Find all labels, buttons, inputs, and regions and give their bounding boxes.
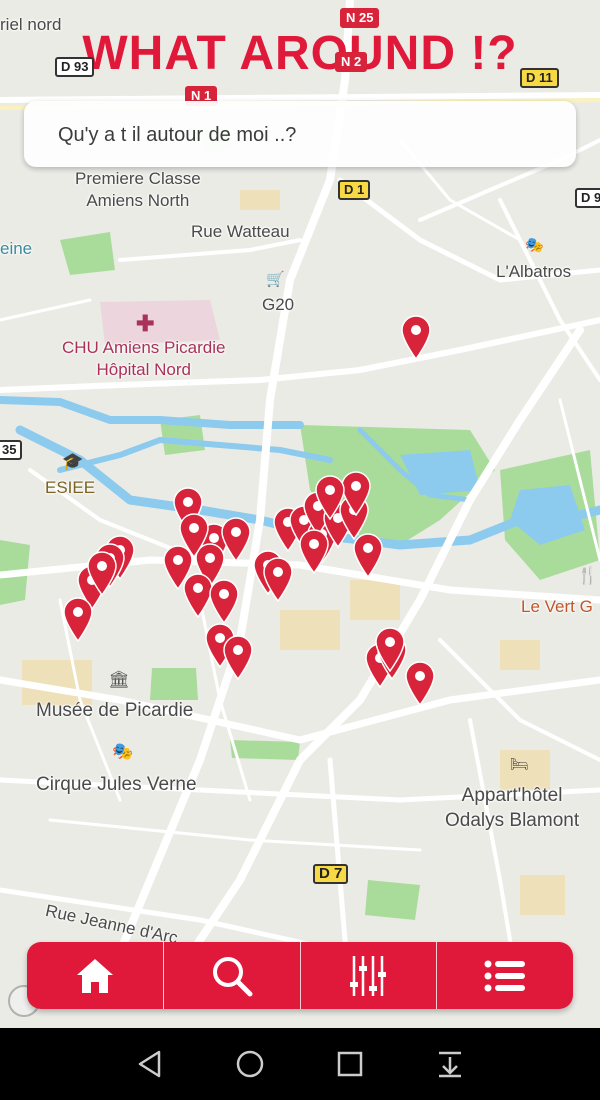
list-icon — [484, 960, 526, 991]
recents-square-icon — [337, 1051, 363, 1077]
search-icon — [212, 956, 253, 996]
map-marker-icon[interactable] — [352, 532, 384, 579]
system-recents-button[interactable] — [330, 1044, 370, 1084]
map-marker-icon[interactable] — [400, 314, 432, 361]
system-notifications-button[interactable] — [430, 1044, 470, 1084]
map-marker-icon[interactable] — [222, 634, 254, 681]
system-nav-bar — [0, 1028, 600, 1100]
map-marker-icon[interactable] — [262, 556, 294, 603]
map-marker-icon[interactable] — [314, 474, 346, 521]
nav-search-button[interactable] — [164, 942, 301, 1009]
map-marker-icon[interactable] — [86, 550, 118, 597]
search-box — [24, 101, 576, 167]
map-marker-icon[interactable] — [374, 626, 406, 673]
map-marker-icon[interactable] — [62, 596, 94, 643]
nav-filters-button[interactable] — [301, 942, 438, 1009]
system-back-button[interactable] — [130, 1044, 170, 1084]
nav-home-button[interactable] — [27, 942, 164, 1009]
map-marker-icon[interactable] — [208, 578, 240, 625]
back-triangle-icon — [138, 1050, 161, 1078]
search-input[interactable] — [56, 115, 540, 155]
nav-list-button[interactable] — [437, 942, 573, 1009]
map-marker-icon[interactable] — [178, 512, 210, 559]
map-marker-icon[interactable] — [404, 660, 436, 707]
home-circle-icon — [236, 1050, 264, 1078]
pull-down-icon — [439, 1051, 461, 1078]
home-icon — [76, 958, 113, 993]
bottom-navbar — [27, 942, 573, 1009]
system-home-button[interactable] — [230, 1044, 270, 1084]
sliders-icon — [350, 955, 387, 996]
